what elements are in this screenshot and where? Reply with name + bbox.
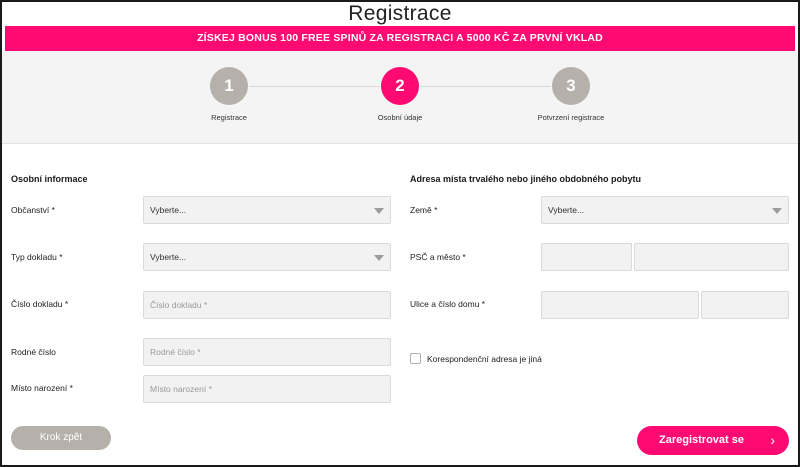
step-3-label: Potvrzení registrace: [537, 113, 605, 122]
register-button[interactable]: Zaregistrovat se ›: [637, 426, 789, 455]
step-3-circle: 3: [552, 67, 590, 105]
step-2-circle: 2: [381, 67, 419, 105]
zip-city-label: PSČ a město *: [410, 252, 466, 262]
birth-number-input[interactable]: Rodné číslo *: [143, 338, 391, 366]
citizenship-label: Občanství *: [11, 205, 55, 215]
doc-type-select[interactable]: Vyberte...: [143, 243, 391, 271]
birth-number-label: Rodné číslo: [11, 347, 56, 357]
chevron-down-icon: [772, 208, 782, 214]
step-1-label: Registrace: [211, 113, 247, 122]
correspondence-label: Korespondenční adresa je jiná: [427, 354, 542, 364]
city-input[interactable]: [634, 243, 789, 271]
birth-place-input[interactable]: Místo narození *: [143, 375, 391, 403]
step-2-label: Osobní údaje: [377, 113, 423, 122]
citizenship-value: Vyberte...: [150, 205, 187, 215]
doc-type-label: Typ dokladu *: [11, 252, 63, 262]
chevron-down-icon: [374, 208, 384, 214]
doc-number-label: Číslo dokladu *: [11, 299, 69, 309]
step-2: 2 Osobní údaje: [340, 67, 460, 122]
register-button-label: Zaregistrovat se: [659, 434, 744, 446]
correspondence-checkbox[interactable]: [410, 353, 421, 364]
doc-type-value: Vyberte...: [150, 252, 187, 262]
step-1: 1 Registrace: [169, 67, 289, 122]
chevron-down-icon: [374, 255, 384, 261]
house-number-input[interactable]: [701, 291, 789, 319]
page-title: Registrace: [348, 2, 452, 25]
country-label: Země *: [410, 205, 438, 215]
address-heading: Adresa místa trvalého nebo jiného obdobn…: [410, 174, 642, 184]
back-button[interactable]: Krok zpět: [11, 426, 111, 450]
bonus-banner: ZÍSKEJ BONUS 100 FREE SPINŮ ZA REGISTRAC…: [5, 26, 795, 51]
step-1-circle: 1: [210, 67, 248, 105]
zip-input[interactable]: [541, 243, 632, 271]
personal-heading: Osobní informace: [11, 174, 88, 184]
country-select[interactable]: Vyberte...: [541, 196, 789, 224]
street-label: Ulice a číslo domu *: [410, 299, 486, 309]
street-input[interactable]: [541, 291, 699, 319]
chevron-right-icon: ›: [770, 432, 775, 448]
citizenship-select[interactable]: Vyberte...: [143, 196, 391, 224]
step-3: 3 Potvrzení registrace: [511, 67, 631, 122]
country-value: Vyberte...: [548, 205, 585, 215]
doc-number-input[interactable]: Číslo dokladu *: [143, 291, 391, 319]
birth-place-label: Místo narození *: [11, 383, 73, 393]
